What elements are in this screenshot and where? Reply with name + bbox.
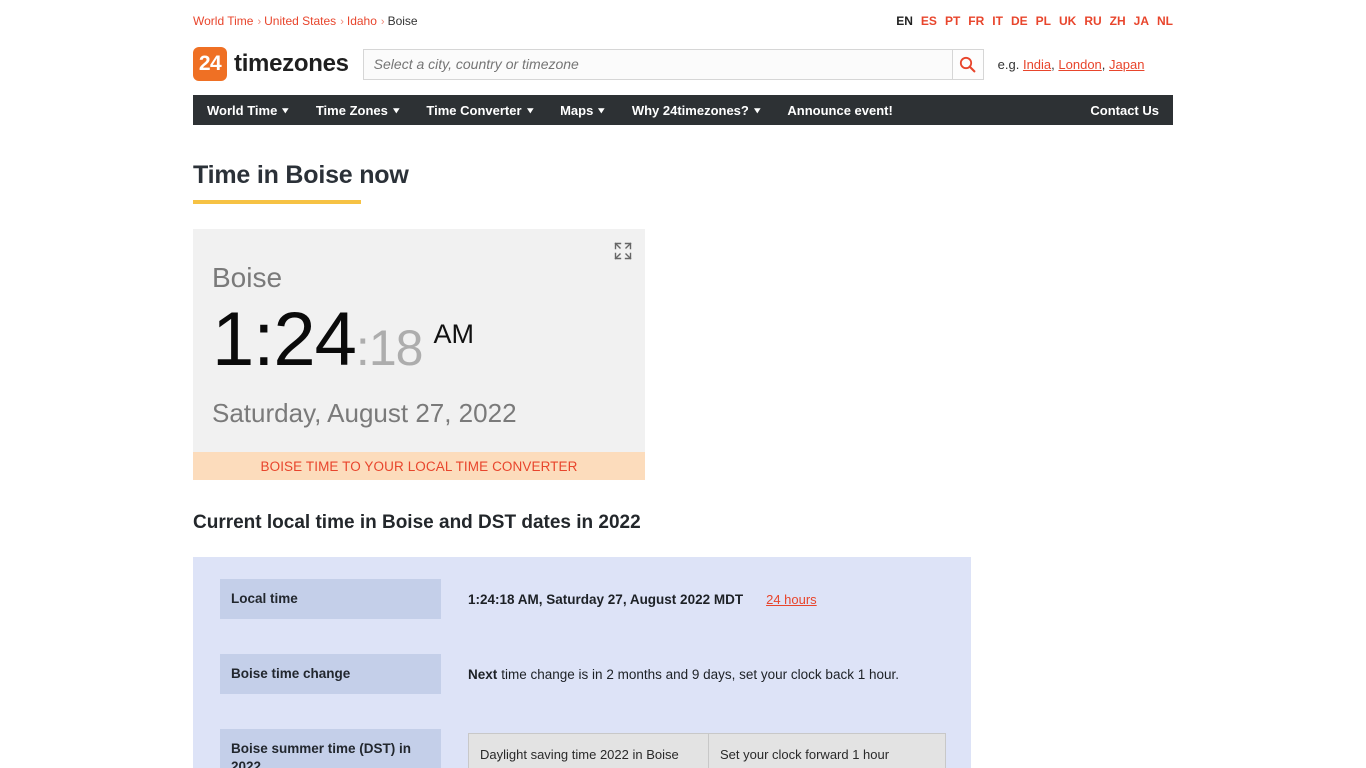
row-label-local-time: Local time [220, 579, 441, 620]
clock-card: Boise 1:24 :18 AM Saturday, August 27, 2… [193, 229, 645, 480]
nav-item-time-converter[interactable]: Time Converter ▾ [426, 103, 532, 118]
search-button[interactable] [952, 48, 984, 80]
breadcrumb-item-boise: Boise [387, 14, 418, 28]
language-selector: EN ES PT FR IT DE PL UK RU ZH JA NL [888, 14, 1173, 28]
table-row-dst: Boise summer time (DST) in 2022 Daylight… [193, 729, 971, 768]
info-table: Local time 1:24:18 AM, Saturday 27, Augu… [193, 557, 971, 768]
language-nl[interactable]: NL [1157, 14, 1173, 28]
clock-seconds: :18 [355, 320, 424, 376]
language-uk[interactable]: UK [1059, 14, 1076, 28]
breadcrumb-item-world-time[interactable]: World Time [193, 14, 253, 28]
example-japan[interactable]: Japan [1109, 57, 1144, 72]
clock-hours-minutes: 1:24 [212, 297, 357, 382]
dst-begin-cell: Daylight saving time 2022 in Boise begin… [469, 734, 709, 768]
dst-subtable: Daylight saving time 2022 in Boise begin… [468, 733, 946, 768]
title-underline [193, 200, 361, 204]
logo-badge: 24 [193, 47, 227, 81]
language-fr[interactable]: FR [968, 14, 984, 28]
local-time-value: 1:24:18 AM, Saturday 27, August 2022 MDT [468, 592, 744, 607]
breadcrumb-item-united-states[interactable]: United States [264, 14, 336, 28]
page-root: World Time › United States › Idaho › Boise EN E… [0, 0, 1366, 768]
language-es[interactable]: ES [921, 14, 937, 28]
examples-prefix: e.g. [997, 56, 1023, 72]
main-navigation: World Time ▾ Time Zones ▾ Time Converter… [193, 95, 1173, 125]
nav-label: Why 24timezones? [631, 102, 749, 118]
language-zh[interactable]: ZH [1110, 14, 1126, 28]
top-bar: World Time › United States › Idaho › Boise EN E… [193, 0, 1173, 34]
section-heading: Current local time in Boise and DST date… [193, 512, 641, 533]
language-ru[interactable]: RU [1084, 14, 1101, 28]
example-london[interactable]: London [1058, 57, 1101, 72]
chevron-down-icon: ▾ [598, 104, 605, 115]
site-logo[interactable]: 24 timezones [193, 47, 349, 81]
fullscreen-expand-icon[interactable] [612, 240, 634, 262]
language-ja[interactable]: JA [1134, 14, 1149, 28]
clock-ampm: AM [433, 319, 474, 349]
nav-item-time-zones[interactable]: Time Zones ▾ [316, 103, 399, 118]
nav-label: Announce event! [787, 102, 893, 118]
search-box [362, 48, 984, 80]
header-row: 24 timezones e.g. India, London, Japan [193, 44, 1173, 84]
24-hours-link[interactable]: 24 hours [766, 592, 817, 607]
clock-time: 1:24 :18 AM [193, 292, 645, 378]
breadcrumb-separator: › [380, 16, 385, 28]
row-value-time-change: Next time change is in 2 months and 9 da… [468, 654, 899, 682]
content-wrapper: World Time › United States › Idaho › Boise EN E… [193, 0, 1173, 768]
local-time-converter-button[interactable]: BOISE TIME TO YOUR LOCAL TIME CONVERTER [193, 452, 645, 480]
nav-item-announce-event[interactable]: Announce event! [787, 103, 892, 118]
dst-action-cell: Set your clock forward 1 hour [720, 747, 890, 762]
nav-label: Maps [560, 102, 594, 118]
breadcrumb-separator: › [257, 16, 262, 28]
language-en[interactable]: EN [896, 14, 913, 28]
row-value-local-time: 1:24:18 AM, Saturday 27, August 2022 MDT… [468, 579, 817, 607]
chevron-down-icon: ▾ [526, 104, 533, 115]
language-pt[interactable]: PT [945, 14, 960, 28]
nav-label: World Time [207, 102, 278, 118]
clock-date: Saturday, August 27, 2022 [212, 398, 517, 428]
nav-item-why-24timezones[interactable]: Why 24timezones? ▾ [632, 103, 760, 118]
time-change-text: time change is in 2 months and 9 days, s… [501, 667, 899, 682]
row-label-time-change: Boise time change [220, 654, 441, 695]
logo-text: timezones [234, 50, 349, 77]
nav-item-contact-us[interactable]: Contact Us [1090, 103, 1159, 118]
table-row-local-time: Local time 1:24:18 AM, Saturday 27, Augu… [193, 579, 971, 654]
search-icon [960, 56, 976, 72]
language-de[interactable]: DE [1011, 14, 1028, 28]
breadcrumb-separator: › [340, 16, 344, 28]
language-pl[interactable]: PL [1036, 14, 1051, 28]
example-india[interactable]: India [1023, 57, 1051, 72]
clock-city-name: Boise [212, 262, 283, 293]
nav-item-maps[interactable]: Maps ▾ [560, 103, 604, 118]
row-label-dst: Boise summer time (DST) in 2022 [220, 729, 441, 768]
breadcrumb: World Time › United States › Idaho › Boise [193, 14, 418, 28]
chevron-down-icon: ▾ [282, 104, 289, 115]
search-input[interactable] [362, 48, 953, 80]
nav-label: Time Zones [315, 102, 388, 118]
nav-item-world-time[interactable]: World Time ▾ [207, 102, 289, 118]
table-row-time-change: Boise time change Next time change is in… [193, 654, 971, 729]
time-change-lead: Next [468, 667, 498, 682]
nav-label: Time Converter [426, 102, 522, 118]
chevron-down-icon: ▾ [393, 104, 400, 115]
search-examples: e.g. India, London, Japan [997, 56, 1145, 72]
breadcrumb-item-idaho[interactable]: Idaho [347, 14, 377, 28]
language-it[interactable]: IT [992, 14, 1003, 28]
chevron-down-icon: ▾ [754, 104, 761, 115]
page-title: Time in Boise now [193, 161, 409, 189]
